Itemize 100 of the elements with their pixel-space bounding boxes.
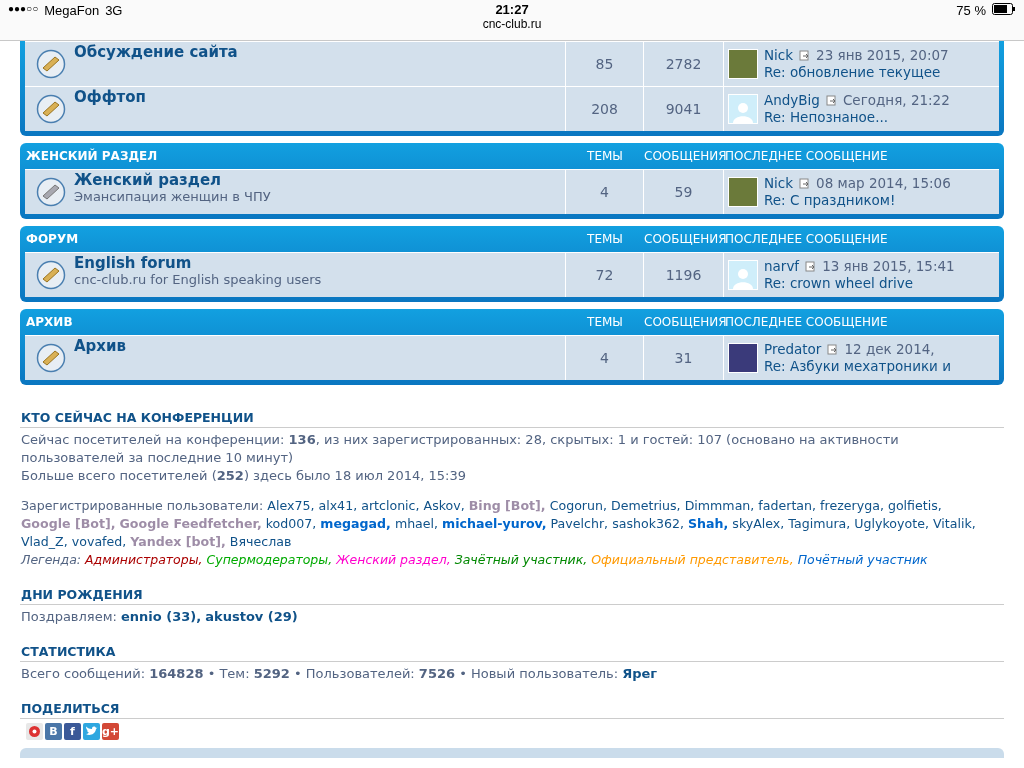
post-date: Сегодня, 21:22: [842, 92, 950, 109]
user-link[interactable]: kod007,: [265, 516, 317, 531]
author-link[interactable]: Nick: [764, 47, 794, 64]
post-page-icon[interactable]: [805, 261, 817, 272]
share-icon[interactable]: B: [45, 723, 62, 740]
topics-count: 4: [566, 170, 644, 214]
post-subject-link[interactable]: Re: crown wheel drive: [764, 275, 955, 292]
share-icon[interactable]: f: [64, 723, 81, 740]
column-header: ПОСЛЕДНЕЕ СООБЩЕНИЕ: [725, 149, 889, 163]
online-summary: Сейчас посетителей на конференции: 136, из них зарегистрированных: 28, скрытых: 1 и гостей: 107 (основано на активности пользователей за последние 10 минут): [20, 431, 900, 467]
post-date: 12 дек 2014,: [844, 341, 935, 358]
forum-link[interactable]: Женский раздел: [74, 171, 271, 189]
forum-link[interactable]: English forum: [74, 254, 322, 272]
avatar-picture: [728, 49, 758, 79]
category-title: АРХИВ: [25, 315, 74, 329]
column-header: СООБЩЕНИЯ: [644, 149, 724, 163]
legend-link[interactable]: Женский раздел,: [336, 552, 451, 567]
category-title: ЖЕНСКИЙ РАЗДЕЛ: [25, 149, 159, 163]
user-link[interactable]: Demetrius,: [611, 498, 681, 513]
user-link[interactable]: mhael,: [394, 516, 439, 531]
posts-count: 9041: [644, 87, 724, 131]
user-link[interactable]: Tagimura,: [788, 516, 851, 531]
user-link[interactable]: Shah,: [688, 516, 729, 531]
legend-link[interactable]: Почётный участник: [797, 552, 928, 567]
user-link[interactable]: michael-yurov,: [442, 516, 547, 531]
share-icon[interactable]: g+: [102, 723, 119, 740]
post-page-icon[interactable]: [825, 95, 837, 106]
avatar-picture: [728, 343, 758, 373]
column-header: СООБЩЕНИЯ: [644, 315, 724, 329]
legend-link[interactable]: Администраторы,: [85, 552, 203, 567]
newest-user-link[interactable]: Ярег: [622, 666, 658, 681]
column-header: ТЕМЫ: [586, 232, 624, 246]
column-header: СООБЩЕНИЯ: [644, 232, 724, 246]
posts-count: 1196: [644, 253, 724, 297]
post-date: 08 мар 2014, 15:06: [816, 175, 951, 192]
user-link[interactable]: Vitalik,: [932, 516, 976, 531]
legend-label: Легенда:: [21, 552, 82, 567]
record-text: Больше всего посетителей (252) здесь было 18 июл 2014, 15:39: [20, 467, 467, 485]
legend-link[interactable]: Зачётный участник,: [454, 552, 588, 567]
birthday-user-link[interactable]: ennio (33),: [120, 609, 202, 624]
post-date: 13 янв 2015, 15:41: [822, 258, 955, 275]
user-link[interactable]: golfietis,: [887, 498, 942, 513]
user-link[interactable]: artclonic,: [361, 498, 420, 513]
url-text[interactable]: cnc-club.ru: [482, 17, 542, 31]
user-link[interactable]: Dimmman,: [684, 498, 755, 513]
user-link[interactable]: Alex75,: [267, 498, 315, 513]
topics-count: 4: [566, 336, 644, 380]
column-header: ТЕМЫ: [586, 149, 624, 163]
user-link[interactable]: frezeryga,: [820, 498, 884, 513]
post-date: 23 янв 2015, 20:07: [816, 47, 949, 64]
post-page-icon[interactable]: [799, 178, 811, 189]
forum-description: cnc-club.ru for English speaking users: [74, 272, 322, 287]
post-subject-link[interactable]: Re: Азбуки мехатроники и: [764, 358, 951, 375]
avatar-silhouette: [728, 94, 758, 124]
user-link[interactable]: Вячеслав: [229, 534, 292, 549]
section-heading: КТО СЕЙЧАС НА КОНФЕРЕНЦИИ: [20, 404, 1004, 428]
signal-text: ●●●○○: [8, 3, 39, 14]
birthday-user-link[interactable]: akustov (29): [205, 609, 298, 624]
column-header: ПОСЛЕДНЕЕ СООБЩЕНИЕ: [725, 315, 889, 329]
network-text: 3G: [105, 3, 123, 18]
share-icon[interactable]: [83, 723, 100, 740]
author-link[interactable]: Nick: [764, 175, 794, 192]
user-link[interactable]: sashok362,: [612, 516, 685, 531]
topics-count: 72: [566, 253, 644, 297]
user-link[interactable]: fadertan,: [758, 498, 817, 513]
share-icon[interactable]: [26, 723, 43, 740]
user-link[interactable]: Uglykoyote,: [854, 516, 929, 531]
battery-text: 75 %: [956, 3, 986, 18]
user-link[interactable]: skyAlex,: [732, 516, 785, 531]
user-link[interactable]: Askov,: [423, 498, 465, 513]
clock-text: 21:27: [495, 2, 529, 17]
user-link[interactable]: vovafed,: [71, 534, 127, 549]
forum-link[interactable]: Оффтоп: [74, 88, 146, 106]
post-page-icon[interactable]: [799, 50, 811, 61]
user-link[interactable]: Pavelchr,: [550, 516, 609, 531]
author-link[interactable]: narvf: [764, 258, 800, 275]
posts-count: 31: [644, 336, 724, 380]
section-heading: ПОДЕЛИТЬСЯ: [20, 695, 1004, 719]
post-page-icon[interactable]: [827, 344, 839, 355]
forum-link[interactable]: Обсуждение сайта: [74, 43, 238, 61]
column-header: ПОСЛЕДНЕЕ СООБЩЕНИЕ: [725, 232, 889, 246]
author-link[interactable]: Predator: [764, 341, 822, 358]
legend-link[interactable]: Супермодераторы,: [206, 552, 333, 567]
user-link[interactable]: Cogorun,: [549, 498, 607, 513]
post-subject-link[interactable]: Re: обновление текущее: [764, 64, 949, 81]
post-subject-link[interactable]: Re: С праздником!: [764, 192, 951, 209]
column-header: ТЕМЫ: [586, 315, 624, 329]
users-label: Зарегистрированные пользователи:: [21, 498, 264, 513]
forum-link[interactable]: Архив: [74, 337, 127, 355]
user-link[interactable]: alx41,: [318, 498, 358, 513]
category-title: ФОРУМ: [25, 232, 80, 246]
post-subject-link[interactable]: Re: Непознаное...: [764, 109, 950, 126]
section-heading: ДНИ РОЖДЕНИЯ: [20, 581, 1004, 605]
section-heading: СТАТИСТИКА: [20, 638, 1004, 662]
user-link[interactable]: megagad,: [320, 516, 391, 531]
user-link[interactable]: Vlad_Z,: [21, 534, 68, 549]
avatar-picture: [728, 177, 758, 207]
birthday-label: Поздравляем:: [21, 609, 117, 624]
topics-count: 208: [566, 87, 644, 131]
author-link[interactable]: AndyBig: [764, 92, 820, 109]
